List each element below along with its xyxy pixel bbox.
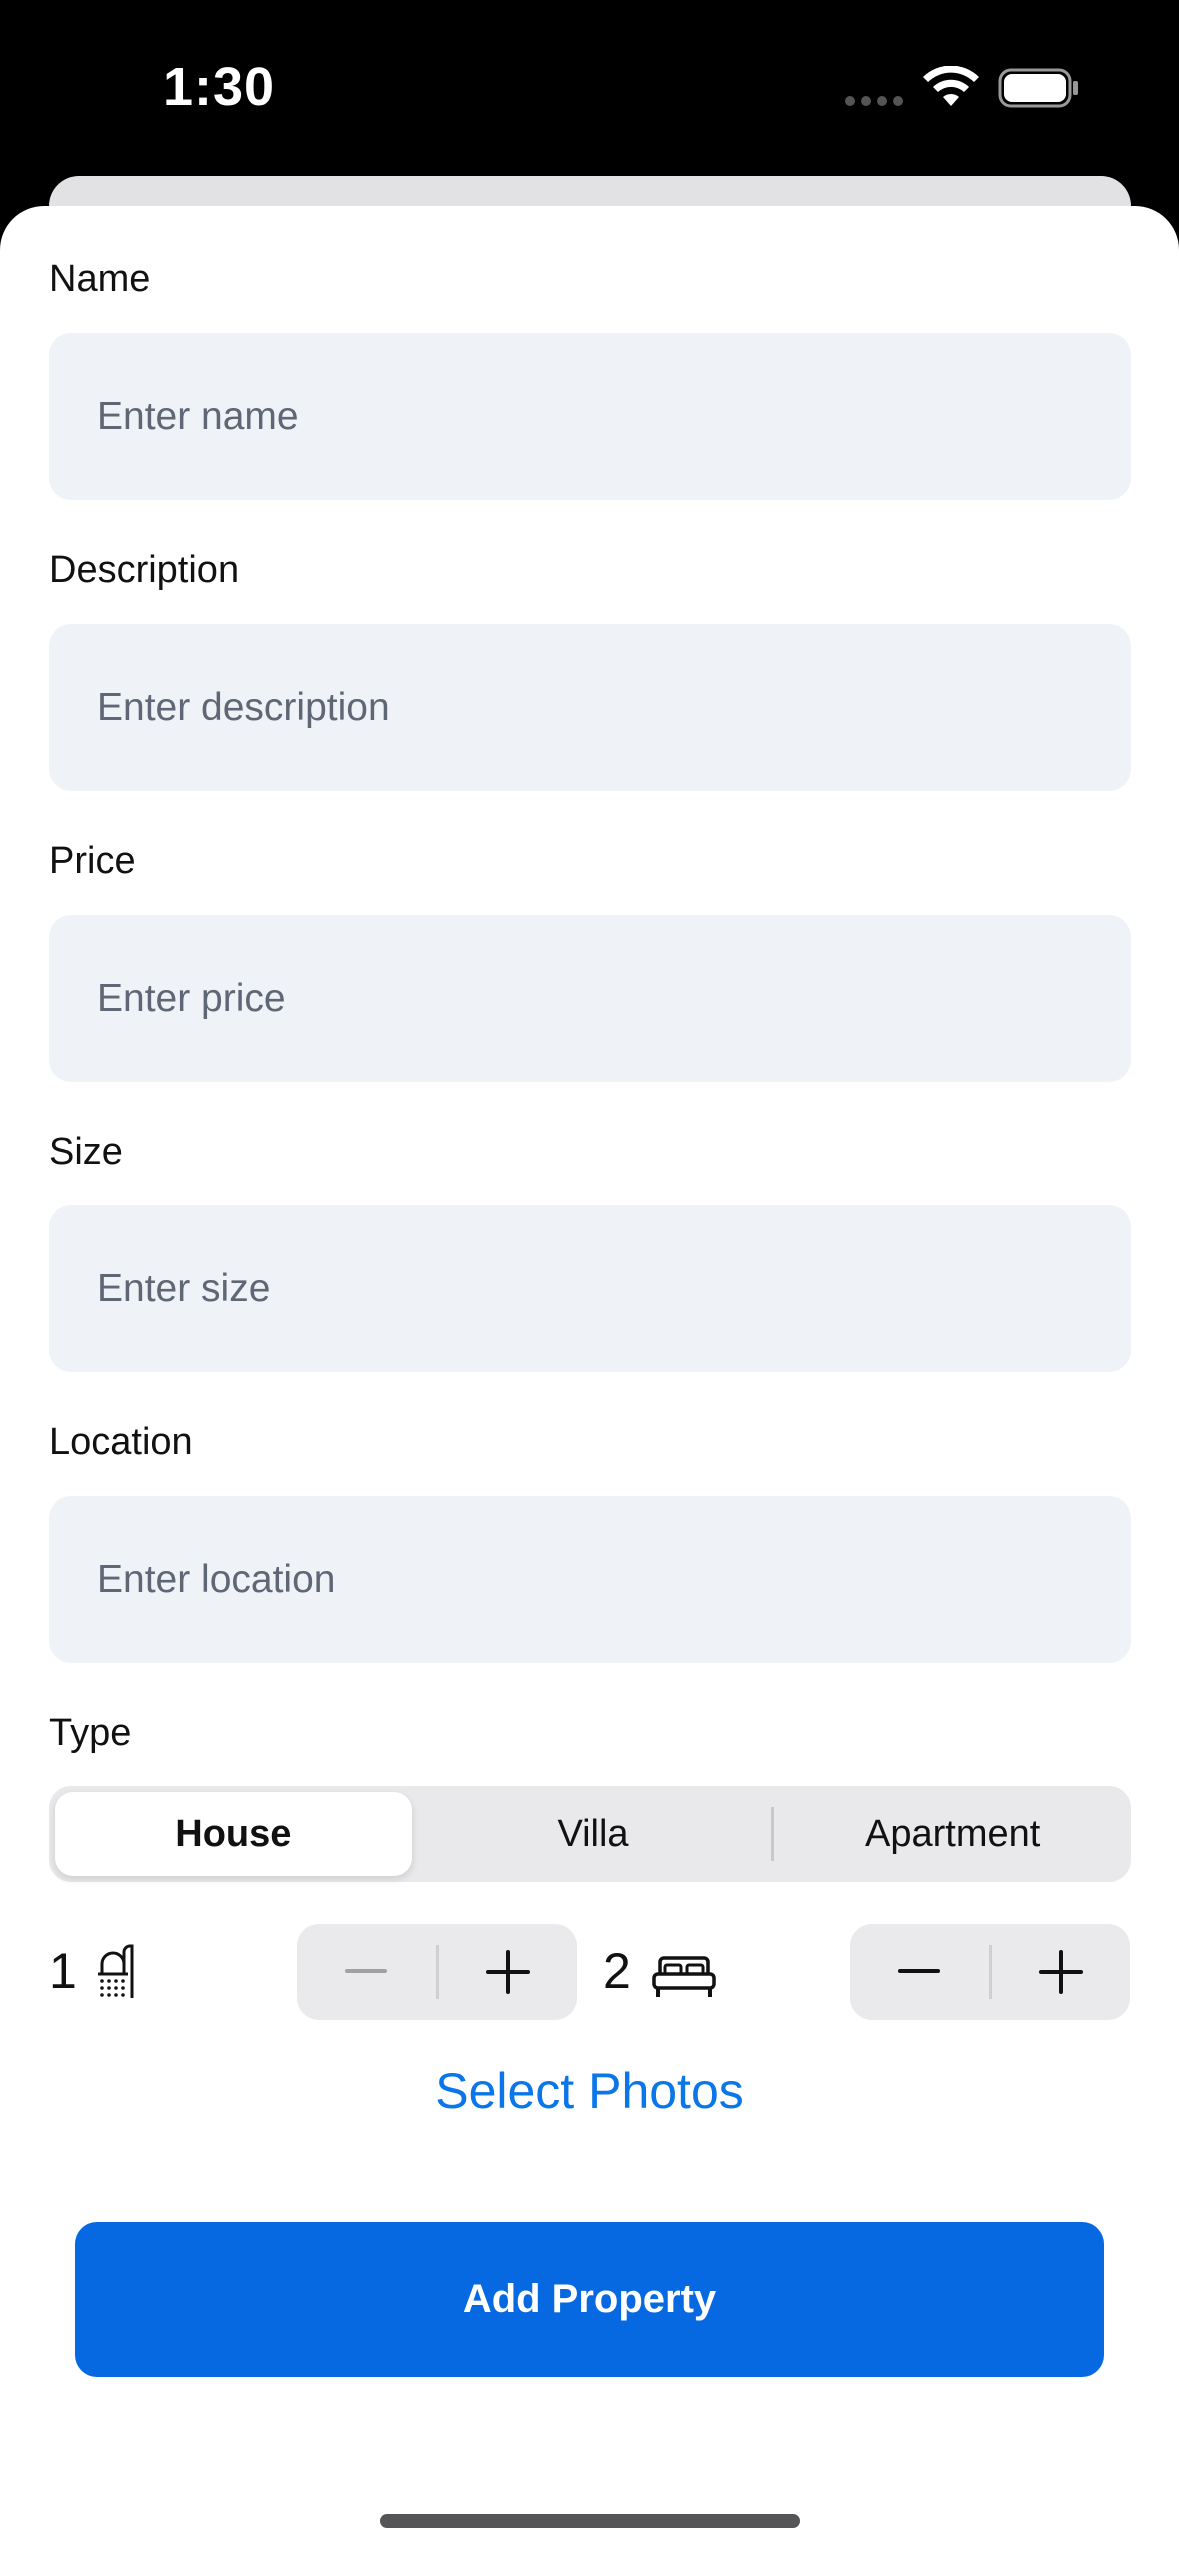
add-property-button[interactable]: Add Property [75,2222,1104,2377]
plus-icon [1038,1950,1083,1994]
description-label: Description [49,549,240,591]
description-input[interactable] [49,624,1131,791]
segment-villa[interactable]: Villa [415,1792,772,1876]
status-bar: 1:30 [0,0,1179,180]
minus-icon [345,1969,388,1973]
bed-icon [652,1956,716,1997]
battery-icon [998,68,1078,108]
size-label: Size [49,1131,123,1173]
shower-icon [98,1944,134,1998]
bedroom-increment-button[interactable] [992,1924,1131,2020]
bathroom-increment-button[interactable] [439,1924,578,2020]
wifi-icon [923,66,979,106]
select-photos-button[interactable]: Select Photos [0,2062,1179,2120]
segment-house[interactable]: House [55,1792,412,1876]
type-segmented-control: House Villa Apartment [49,1786,1131,1882]
status-time: 1:30 [163,57,276,117]
segment-apartment[interactable]: Apartment [774,1792,1131,1876]
home-indicator [380,2514,800,2528]
price-input[interactable] [49,915,1131,1082]
bedroom-count: 2 [603,1943,631,1999]
bathroom-count: 1 [49,1943,77,1999]
size-input[interactable] [49,1205,1131,1372]
bedroom-stepper [850,1924,1130,2020]
minus-icon [898,1969,941,1973]
location-label: Location [49,1421,193,1463]
bathroom-decrement-button[interactable] [297,1924,436,2020]
location-input[interactable] [49,1496,1131,1663]
name-input[interactable] [49,333,1131,500]
price-label: Price [49,840,136,882]
bathroom-stepper [297,1924,577,2020]
name-label: Name [49,258,151,300]
cellular-signal-icon [845,96,903,106]
rooms-counter-row: 1 2 [0,1922,1179,2022]
plus-icon [485,1950,530,1994]
type-label: Type [49,1712,132,1754]
bedroom-decrement-button[interactable] [850,1924,989,2020]
